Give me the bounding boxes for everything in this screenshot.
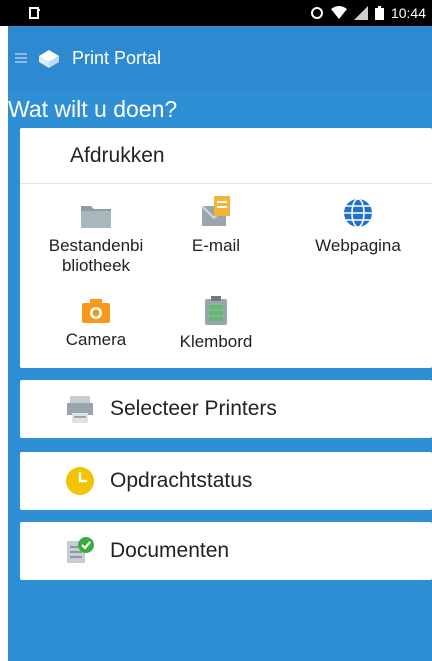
print-options-grid: Bestandenbi bliotheek E-mail Webpagina C… bbox=[20, 184, 432, 368]
status-bar: 10:44 bbox=[0, 0, 432, 26]
menu-icon[interactable] bbox=[14, 51, 28, 65]
option-email[interactable]: E-mail bbox=[164, 194, 268, 256]
camera-icon bbox=[82, 299, 110, 323]
folder-icon bbox=[81, 206, 111, 228]
select-printers-label: Selecteer Printers bbox=[110, 397, 277, 420]
option-webpage[interactable]: Webpagina bbox=[296, 196, 420, 256]
documents-button[interactable]: Documenten bbox=[20, 522, 432, 580]
documents-label: Documenten bbox=[110, 539, 230, 562]
option-clipboard[interactable]: Klembord bbox=[170, 296, 262, 352]
app-title: Print Portal bbox=[72, 47, 162, 68]
clock-icon bbox=[66, 467, 94, 495]
option-webpage-label: Webpagina bbox=[315, 236, 401, 255]
printer-icon bbox=[67, 396, 93, 423]
job-status-label: Opdrachtstatus bbox=[110, 469, 253, 492]
battery-icon bbox=[374, 6, 384, 20]
globe-icon bbox=[344, 198, 372, 228]
select-printers-button[interactable]: Selecteer Printers bbox=[20, 380, 432, 438]
status-indicators: 10:44 bbox=[310, 5, 426, 21]
option-file-library-label-line2: bliotheek bbox=[61, 256, 131, 275]
app-screen: Print Portal Wat wilt u doen? Afdrukken … bbox=[8, 26, 432, 661]
signal-icon bbox=[353, 6, 368, 20]
option-file-library-label-line1: Bestandenbi bbox=[48, 236, 144, 255]
sync-icon bbox=[29, 7, 40, 19]
option-camera[interactable]: Camera bbox=[56, 298, 136, 350]
option-email-label: E-mail bbox=[191, 236, 241, 255]
clipboard-icon bbox=[205, 296, 227, 325]
sync-circle-icon bbox=[310, 6, 324, 20]
option-file-library[interactable]: Bestandenbi bliotheek bbox=[34, 202, 158, 276]
wifi-icon bbox=[330, 6, 347, 20]
print-portal-logo-icon bbox=[39, 50, 59, 68]
email-icon bbox=[201, 196, 230, 226]
option-clipboard-label: Klembord bbox=[179, 332, 253, 351]
print-section-title: Afdrukken bbox=[20, 128, 432, 184]
page-prompt: Wat wilt u doen? bbox=[8, 96, 178, 122]
job-status-button[interactable]: Opdrachtstatus bbox=[20, 452, 432, 510]
document-check-icon bbox=[67, 537, 94, 563]
option-camera-label: Camera bbox=[65, 330, 127, 349]
app-bar: Print Portal bbox=[8, 26, 432, 90]
status-time: 10:44 bbox=[390, 5, 426, 21]
print-card: Afdrukken Bestandenbi bliotheek E-mail W… bbox=[20, 128, 432, 368]
